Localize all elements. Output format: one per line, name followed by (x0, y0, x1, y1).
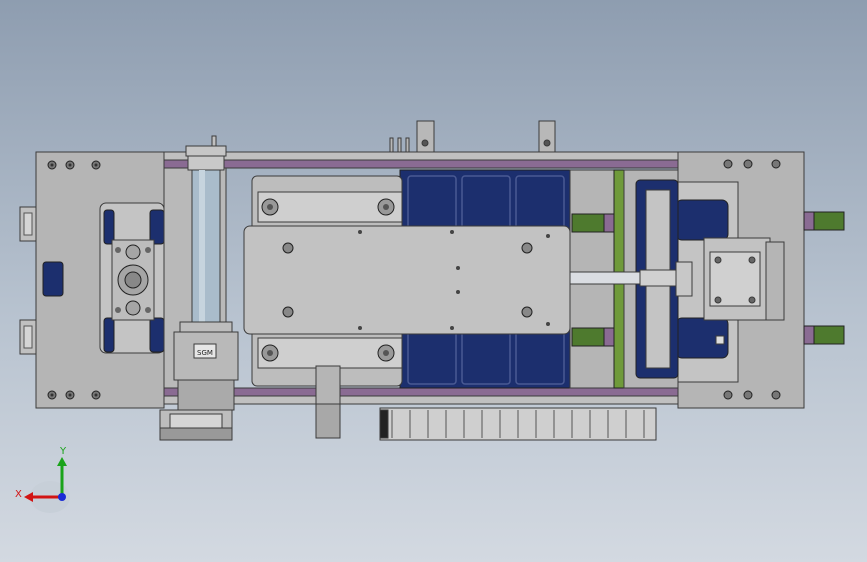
top-brackets (389, 120, 556, 154)
motor-label: SGM (197, 349, 213, 357)
left-end-plate[interactable] (19, 151, 165, 409)
cable-chain[interactable] (379, 407, 657, 441)
cad-viewport[interactable]: SGM Y X (0, 0, 867, 562)
z-axis-dot (58, 493, 66, 501)
x-axis-label: X (15, 489, 22, 500)
y-axis-label: Y (59, 446, 67, 457)
assembly-drawing[interactable]: SGM Y X (0, 0, 867, 562)
coordinate-triad[interactable]: Y X (15, 446, 70, 513)
